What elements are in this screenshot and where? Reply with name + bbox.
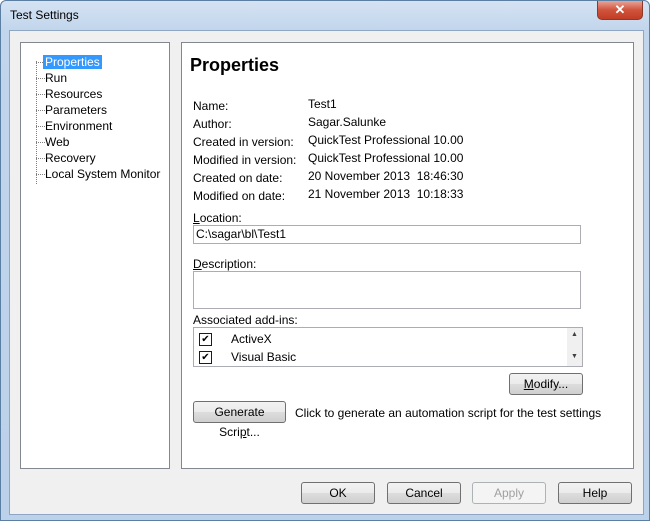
- tree-item-label: Local System Monitor: [45, 167, 161, 181]
- tree-item-label: Resources: [45, 87, 103, 101]
- prop-modified-version-value: QuickTest Professional 10.00: [308, 151, 464, 165]
- prop-created-date-label: Created on date:: [193, 171, 283, 185]
- panel-title: Properties: [190, 55, 280, 75]
- addins-list: ✔ ActiveX ✔ Visual Basic ▲ ▼: [193, 327, 583, 367]
- addin-label: ActiveX: [231, 332, 272, 346]
- modify-text: odify...: [533, 377, 569, 391]
- addin-label: Visual Basic: [231, 350, 297, 364]
- activex-checkbox[interactable]: ✔: [199, 333, 212, 346]
- tree-item-label: Web: [45, 135, 70, 149]
- modify-accel: M: [523, 377, 534, 391]
- description-label-accel: D: [193, 257, 202, 271]
- test-settings-window: Test Settings ✕ Properties Run Resources…: [0, 0, 650, 521]
- visual-basic-checkbox[interactable]: ✔: [199, 351, 212, 364]
- location-label-text: ocation:: [199, 211, 242, 225]
- cancel-button[interactable]: Cancel: [387, 482, 461, 504]
- tree-item-label: Recovery: [45, 151, 96, 165]
- description-label-text: escription:: [201, 257, 257, 271]
- settings-tree: Properties Run Resources Parameters Envi…: [20, 42, 170, 469]
- generate-hint: Click to generate an automation script f…: [295, 406, 602, 420]
- tree-item-label: Environment: [45, 119, 113, 133]
- addins-label: Associated add-ins:: [193, 313, 298, 327]
- tree-item-label: Properties: [43, 55, 102, 69]
- help-button[interactable]: Help: [558, 482, 632, 504]
- prop-modified-date-label: Modified on date:: [193, 189, 286, 203]
- close-button[interactable]: ✕: [597, 1, 643, 20]
- location-field[interactable]: C:\sagar\bl\Test1: [193, 225, 581, 244]
- window-title: Test Settings: [10, 8, 79, 22]
- description-label: Description:: [193, 257, 256, 271]
- prop-created-version-label: Created in version:: [193, 135, 294, 149]
- prop-modified-version-label: Modified in version:: [193, 153, 297, 167]
- prop-author-label: Author:: [193, 117, 232, 131]
- dialog-client-area: Properties Run Resources Parameters Envi…: [9, 30, 644, 515]
- prop-name-label: Name:: [193, 99, 229, 113]
- generate-script-button[interactable]: Generate Script...: [193, 401, 286, 439]
- location-label: Location:: [193, 211, 242, 225]
- generate-text-rest: t...: [246, 425, 260, 439]
- tree-item-label: Parameters: [45, 103, 108, 117]
- prop-created-date-value: 20 November 2013 18:46:30: [308, 169, 464, 183]
- ok-button[interactable]: OK: [301, 482, 375, 504]
- tree-item-label: Run: [45, 71, 68, 85]
- prop-created-version-value: QuickTest Professional 10.00: [308, 133, 464, 147]
- generate-accel: p: [239, 425, 247, 439]
- scroll-down-icon[interactable]: ▼: [571, 353, 578, 360]
- modify-button[interactable]: Modify...: [509, 373, 583, 395]
- scroll-up-icon[interactable]: ▲: [571, 331, 578, 338]
- apply-button[interactable]: Apply: [472, 482, 546, 504]
- addins-scrollbar[interactable]: ▲ ▼: [567, 328, 582, 366]
- prop-modified-date-value: 21 November 2013 10:18:33: [308, 187, 464, 201]
- description-field[interactable]: [193, 271, 581, 309]
- prop-author-value: Sagar.Salunke: [308, 115, 387, 129]
- tree-connector-line: [36, 61, 37, 184]
- close-icon: ✕: [614, 2, 626, 17]
- location-label-accel: L: [193, 211, 200, 225]
- prop-name-value: Test1: [308, 97, 337, 111]
- properties-panel: Properties Name: Test1 Author: Sagar.Sal…: [181, 42, 634, 469]
